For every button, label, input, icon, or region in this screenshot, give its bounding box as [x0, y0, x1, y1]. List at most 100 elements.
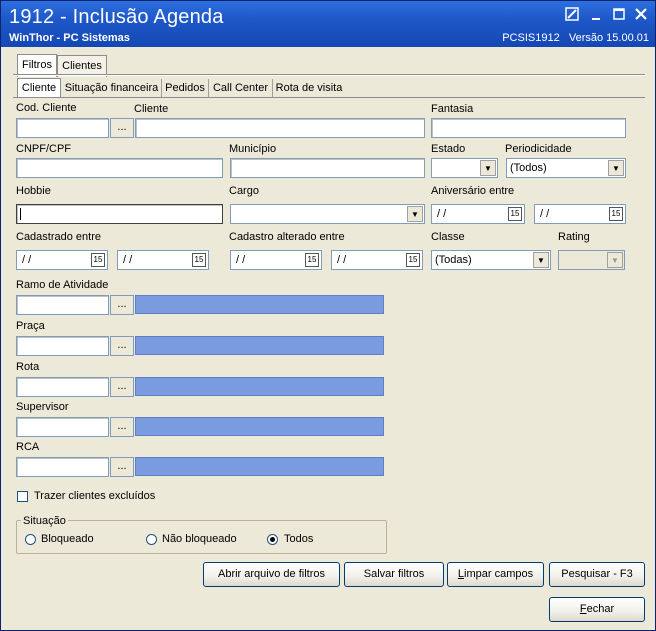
date-placeholder: / /: [337, 254, 347, 266]
label-cargo: Cargo: [229, 185, 259, 197]
label-estado: Estado: [431, 143, 466, 155]
date-placeholder: / /: [540, 208, 550, 220]
trazer-excluidos-checkbox[interactable]: [17, 491, 28, 502]
chevron-down-icon[interactable]: ▼: [480, 160, 496, 176]
label-hobbie: Hobbie: [16, 185, 51, 197]
subtab-pedidos[interactable]: Pedidos: [162, 79, 209, 97]
fechar-accel: F: [579, 603, 587, 615]
cadastro-alterado-end-date[interactable]: / / 15: [331, 250, 423, 270]
classe-select[interactable]: (Todas) ▼: [431, 250, 551, 270]
aniversario-start-date[interactable]: / / 15: [431, 204, 525, 224]
subtab-call-center[interactable]: Call Center: [209, 79, 273, 97]
cod-cliente-lookup-button[interactable]: ...: [110, 118, 134, 138]
label-classe: Classe: [431, 231, 465, 243]
bloqueado-radio[interactable]: [25, 534, 36, 545]
hobbie-input[interactable]: [16, 204, 223, 224]
label-aniversario: Aniversário entre: [431, 185, 515, 197]
title-bar[interactable]: 1912 - Inclusão Agenda WinThor - PC Sist…: [1, 1, 655, 47]
cargo-select[interactable]: ▼: [230, 204, 425, 224]
todos-label: Todos: [284, 533, 314, 545]
label-cnpf-cpf: CNPF/CPF: [16, 143, 71, 155]
classe-value: (Todas): [435, 254, 472, 266]
calendar-icon[interactable]: 15: [91, 253, 105, 267]
chevron-down-icon[interactable]: ▼: [533, 252, 549, 268]
calendar-icon[interactable]: 15: [192, 253, 206, 267]
label-supervisor: Supervisor: [16, 401, 69, 413]
edit-icon[interactable]: [563, 7, 581, 23]
nao-bloqueado-radio[interactable]: [146, 534, 157, 545]
close-icon[interactable]: [632, 7, 650, 23]
routine-code: PCSIS1912: [502, 32, 560, 44]
date-placeholder: / /: [123, 254, 133, 266]
label-praca: Praça: [16, 320, 45, 332]
label-cadastro-alterado: Cadastro alterado entre: [229, 231, 345, 243]
text-cursor: [20, 208, 21, 220]
calendar-icon[interactable]: 15: [305, 253, 319, 267]
limpar-rest: impar campos: [464, 568, 534, 580]
pesquisar-button[interactable]: Pesquisar - F3: [549, 562, 645, 587]
label-cliente: Cliente: [134, 103, 169, 115]
rota-input[interactable]: [16, 377, 109, 397]
periodicidade-value: (Todos): [510, 162, 547, 174]
version-text: Versão 15.00.01: [568, 32, 649, 44]
cod-cliente-input[interactable]: [16, 118, 109, 138]
cadastrado-end-date[interactable]: / / 15: [117, 250, 209, 270]
bloqueado-label: Bloqueado: [41, 533, 94, 545]
label-rca: RCA: [16, 441, 40, 453]
rca-input[interactable]: [16, 457, 109, 477]
label-cod-cliente: Cod. Cliente: [16, 102, 77, 114]
aniversario-end-date[interactable]: / / 15: [534, 204, 626, 224]
chevron-down-icon[interactable]: ▼: [608, 160, 624, 176]
calendar-icon[interactable]: 15: [406, 253, 420, 267]
supervisor-description: [135, 417, 384, 436]
cnpf-cpf-input[interactable]: [16, 158, 223, 178]
rota-description: [135, 377, 384, 396]
municipio-input[interactable]: [230, 158, 425, 178]
periodicidade-select[interactable]: (Todos) ▼: [506, 158, 626, 178]
tab-highlight: [13, 75, 645, 76]
subtab-rota-de-visita[interactable]: Rota de visita: [273, 79, 345, 97]
praca-description: [135, 336, 384, 355]
cliente-input[interactable]: [135, 118, 425, 138]
date-placeholder: / /: [236, 254, 246, 266]
subtab-cliente[interactable]: Cliente: [17, 78, 61, 98]
chevron-down-icon[interactable]: ▼: [607, 252, 623, 268]
maximize-icon[interactable]: [610, 7, 628, 23]
nao-bloqueado-label: Não bloqueado: [162, 533, 237, 545]
ramo-atividade-input[interactable]: [16, 295, 109, 315]
limpar-campos-button[interactable]: Limpar campos: [447, 562, 544, 587]
fechar-button[interactable]: Fechar: [549, 597, 645, 622]
calendar-icon[interactable]: 15: [508, 207, 522, 221]
label-ramo-atividade: Ramo de Atividade: [16, 279, 109, 291]
rca-lookup-button[interactable]: ...: [110, 457, 134, 477]
cadastrado-start-date[interactable]: / / 15: [16, 250, 108, 270]
rca-description: [135, 457, 384, 476]
label-cadastrado: Cadastrado entre: [16, 231, 101, 243]
label-fantasia: Fantasia: [431, 103, 474, 115]
chevron-down-icon[interactable]: ▼: [407, 206, 423, 222]
rota-lookup-button[interactable]: ...: [110, 377, 134, 397]
ramo-atividade-description: [135, 295, 384, 314]
supervisor-input[interactable]: [16, 417, 109, 437]
fechar-rest: echar: [586, 603, 615, 615]
ramo-atividade-lookup-button[interactable]: ...: [110, 295, 134, 315]
minimize-icon[interactable]: [587, 7, 605, 23]
calendar-icon[interactable]: 15: [609, 207, 623, 221]
praca-lookup-button[interactable]: ...: [110, 336, 134, 356]
situacao-title: Situação: [21, 515, 68, 527]
estado-select[interactable]: ▼: [431, 158, 498, 178]
label-municipio: Município: [229, 143, 277, 155]
abrir-arquivo-filtros-button[interactable]: Abrir arquivo de filtros: [203, 562, 340, 587]
rating-select[interactable]: ▼: [558, 250, 625, 270]
main-window: 1912 - Inclusão Agenda WinThor - PC Sist…: [0, 0, 656, 631]
fantasia-input[interactable]: [431, 118, 626, 138]
todos-radio[interactable]: [267, 534, 278, 545]
praca-input[interactable]: [16, 336, 109, 356]
label-periodicidade: Periodicidade: [505, 143, 572, 155]
cadastro-alterado-start-date[interactable]: / / 15: [230, 250, 322, 270]
version-info: PCSIS1912 Versão 15.00.01: [502, 32, 649, 44]
salvar-filtros-button[interactable]: Salvar filtros: [344, 562, 444, 587]
supervisor-lookup-button[interactable]: ...: [110, 417, 134, 437]
label-rating: Rating: [558, 231, 590, 243]
subtab-situacao-financeira[interactable]: Situação financeira: [62, 79, 162, 97]
